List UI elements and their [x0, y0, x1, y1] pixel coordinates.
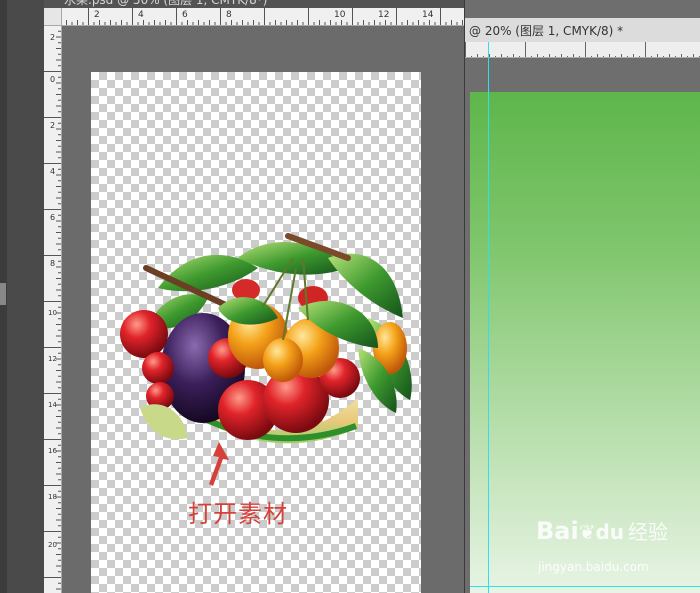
ruler-label: 14: [422, 10, 434, 20]
fruit-basket-image[interactable]: [118, 228, 423, 456]
ruler-label: 8: [226, 10, 232, 20]
document-tab-title: @ 20% (图层 1, CMYK/8) *: [469, 24, 624, 38]
document-tab[interactable]: @ 20% (图层 1, CMYK/8) *: [465, 18, 700, 43]
paw-icon: ❦: [578, 520, 596, 544]
horizontal-ruler-secondary[interactable]: [465, 42, 700, 58]
panel-collapse-handle[interactable]: [0, 283, 6, 305]
ruler-label: 12: [378, 10, 390, 20]
ruler-label: 14: [48, 401, 57, 409]
ruler-label: 8: [49, 259, 56, 268]
ruler-ticks-h2: [465, 42, 700, 57]
ruler-label: 18: [48, 493, 57, 501]
ruler-label: 10: [48, 309, 57, 317]
document-title-bar[interactable]: 水果.psd @ 50% (图层 1, CMYK/8*): [44, 0, 464, 8]
ruler-label: 16: [48, 447, 57, 455]
ruler-label: 4: [49, 167, 56, 176]
left-panel-strip: [0, 0, 44, 593]
ruler-label: 2: [49, 121, 56, 130]
document-window-secondary: @ 20% (图层 1, CMYK/8) *: [465, 0, 700, 593]
baidu-jingyan-watermark: Bai❦du 经验 jingyan.baidu.com: [536, 516, 669, 574]
ruler-label: 6: [49, 213, 56, 222]
ruler-label: 20: [48, 541, 57, 549]
ruler-label: 12: [48, 355, 57, 363]
ruler-label: 10: [334, 10, 346, 20]
document-title: 水果.psd @ 50% (图层 1, CMYK/8*): [64, 0, 268, 7]
ruler-label: 6: [182, 10, 188, 20]
watermark-url: jingyan.baidu.com: [538, 560, 649, 574]
ruler-label: 2: [49, 33, 56, 42]
ruler-label: 4: [138, 10, 144, 20]
baidu-logo-text: Bai: [536, 517, 579, 545]
ruler-ticks-h: [44, 8, 463, 25]
annotation-arrow: [209, 442, 229, 486]
ruler-origin-corner[interactable]: [44, 8, 62, 26]
ruler-label: 2: [94, 10, 100, 20]
guide-line-vertical[interactable]: [488, 42, 489, 593]
guide-line-horizontal[interactable]: [470, 586, 700, 587]
horizontal-ruler[interactable]: 2 4 6 8 10 12 14: [44, 8, 464, 26]
annotation-label: 打开素材: [188, 500, 288, 528]
ruler-label: 0: [49, 75, 56, 84]
baidu-logo-suffix: du: [595, 520, 625, 544]
vertical-ruler[interactable]: 2 0 2 4 6 8 10 12 14 16 18 20: [44, 25, 62, 593]
jingyan-label: 经验: [628, 520, 669, 544]
workspace-gap: [465, 58, 700, 92]
